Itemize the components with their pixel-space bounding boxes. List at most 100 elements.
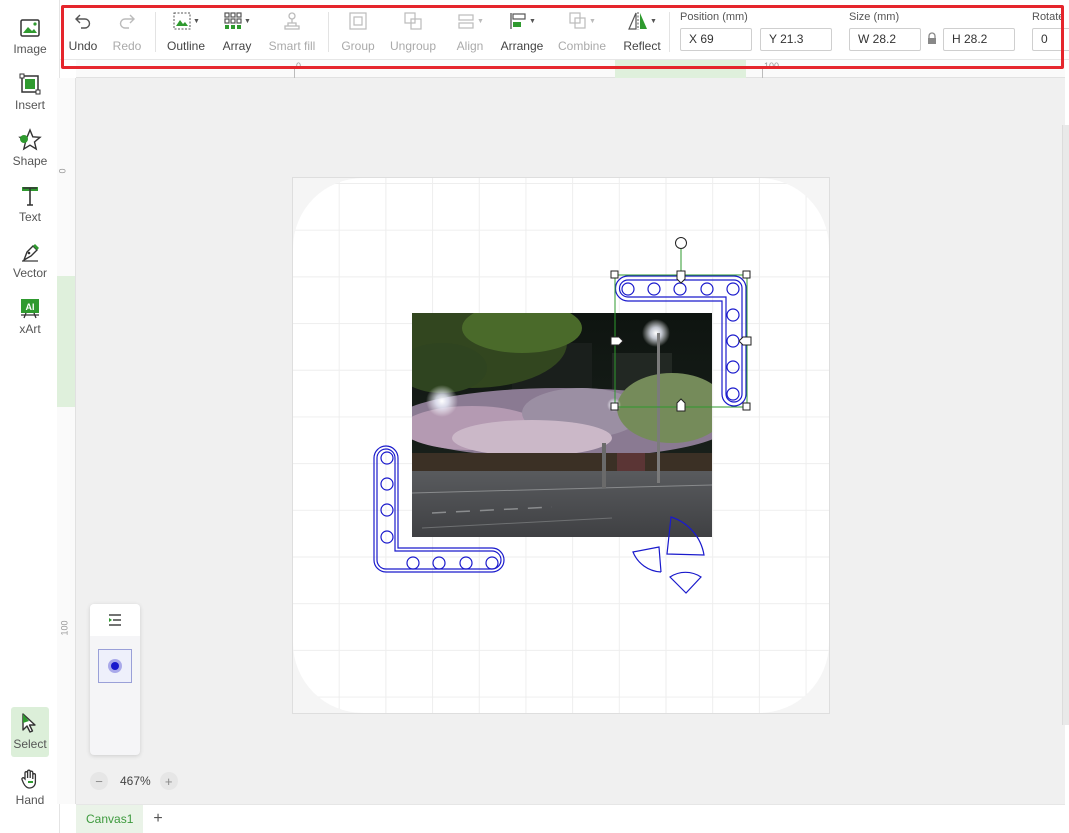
combine-label: Combine (557, 39, 607, 53)
text-tool-label: Text (18, 210, 41, 224)
cursor-icon (22, 713, 36, 733)
combine-caret-icon: ▼ (589, 17, 596, 25)
x-position-input[interactable]: X 69 (680, 28, 752, 51)
xart-tool[interactable]: AI xArt (0, 294, 60, 346)
group-label: Group (341, 39, 375, 53)
shape-tool[interactable]: Shape (0, 126, 60, 178)
xart-tool-label: xArt (19, 322, 41, 336)
reflect-caret-icon: ▼ (650, 17, 657, 25)
rotate-label: Rotate (1032, 11, 1065, 23)
canvas-tab-bar: Canvas1 + (76, 804, 1065, 833)
add-canvas-button[interactable]: + (150, 805, 166, 833)
ruler-top-mark: 100 (764, 61, 780, 71)
align-caret-icon: ▼ (477, 17, 484, 25)
outline-button[interactable]: ▼ Outline (164, 9, 208, 55)
reflect-label: Reflect (623, 39, 661, 53)
redo-label: Redo (112, 39, 142, 53)
left-ruler: 0 100 (57, 78, 76, 804)
group-button[interactable]: Group (340, 9, 376, 55)
toolbar-separator (155, 12, 156, 52)
left-tool-panel: Image Insert Shape Text Vector AI xArt S… (0, 0, 60, 833)
text-tool[interactable]: Text (0, 182, 60, 234)
smart-fill-button[interactable]: Smart fill (267, 9, 317, 55)
smart-fill-icon (284, 12, 300, 30)
ruler-top-mark: 0 (296, 61, 302, 71)
layer-panel-header[interactable] (90, 604, 140, 636)
toolbar-separator (328, 12, 329, 52)
street-photo-image (412, 313, 712, 537)
align-button[interactable]: ▼ Align (453, 9, 487, 55)
undo-label: Undo (68, 39, 98, 53)
select-tool[interactable]: Select (0, 707, 60, 761)
array-label: Array (222, 39, 252, 53)
width-input[interactable]: W 28.2 (849, 28, 921, 51)
zoom-control: − 467% + (90, 770, 178, 792)
tab-canvas1[interactable]: Canvas1 (76, 805, 144, 833)
undo-icon (75, 14, 91, 29)
right-panel-edge (1062, 125, 1069, 725)
array-button[interactable]: ▼ Array (220, 9, 254, 55)
ruler-tick (294, 68, 295, 78)
shape-star-icon (18, 128, 42, 151)
reflect-button[interactable]: ▼ Reflect (622, 9, 662, 55)
aspect-lock-icon[interactable] (926, 32, 938, 46)
array-caret-icon: ▼ (244, 17, 251, 25)
layer-thumbnail[interactable] (98, 649, 132, 683)
arrange-button[interactable]: ▼ Arrange (500, 9, 544, 55)
arrange-icon (510, 13, 526, 29)
combine-button[interactable]: ▼ Combine (558, 9, 606, 55)
group-icon (349, 12, 367, 30)
shape-tool-label: Shape (12, 154, 48, 168)
hand-tool-label: Hand (15, 793, 45, 807)
reflect-icon (628, 12, 648, 30)
ungroup-label: Ungroup (389, 39, 437, 53)
undo-button[interactable]: Undo (68, 9, 98, 55)
arrange-label: Arrange (500, 39, 544, 53)
insert-tool[interactable]: Insert (0, 70, 60, 122)
position-label: Position (mm) (680, 11, 748, 23)
street-photo-object[interactable] (412, 313, 712, 537)
vector-tool[interactable]: Vector (0, 238, 60, 290)
image-tool[interactable]: Image (0, 14, 60, 66)
align-icon (458, 14, 474, 29)
ungroup-button[interactable]: Ungroup (389, 9, 437, 55)
vector-tool-label: Vector (12, 266, 48, 280)
toolbar-separator (669, 12, 670, 52)
outline-icon (173, 12, 191, 30)
hand-tool[interactable]: Hand (0, 765, 60, 817)
arrange-caret-icon: ▼ (529, 17, 536, 25)
redo-button[interactable]: Redo (112, 9, 142, 55)
pen-icon (22, 244, 39, 262)
text-icon (22, 187, 38, 206)
select-tool-label: Select (13, 737, 47, 751)
insert-icon (19, 73, 41, 95)
layer-panel (90, 604, 140, 755)
ai-icon: AI (21, 299, 39, 319)
top-ruler: 0 100 (76, 60, 1065, 78)
layer-dot-icon (108, 659, 122, 673)
combine-icon (569, 12, 586, 29)
smart-fill-label: Smart fill (268, 39, 316, 53)
zoom-in-button[interactable]: + (159, 772, 178, 790)
align-label: Align (456, 39, 484, 53)
outline-label: Outline (166, 39, 206, 53)
redo-icon (119, 14, 135, 29)
ruler-tick (762, 68, 763, 78)
zoom-out-button[interactable]: − (90, 772, 108, 790)
array-icon (224, 12, 242, 29)
top-toolbar: Undo Redo ▼ Outline ▼ Array Smart fill G… (60, 0, 1069, 60)
ruler-left-mark: 0 (57, 168, 68, 174)
hand-icon (21, 769, 37, 789)
y-position-input[interactable]: Y 21.3 (760, 28, 832, 51)
size-label: Size (mm) (849, 11, 900, 23)
outline-caret-icon: ▼ (193, 17, 200, 25)
zoom-level: 467% (120, 774, 151, 788)
ruler-left-mark: 100 (59, 620, 70, 636)
rotate-input[interactable]: 0 (1032, 28, 1069, 51)
svg-text:AI: AI (26, 302, 35, 312)
ruler-selection-highlight (57, 276, 75, 407)
layers-toggle-icon (109, 614, 121, 626)
height-input[interactable]: H 28.2 (943, 28, 1015, 51)
ungroup-icon (404, 12, 422, 30)
ruler-selection-highlight (615, 60, 746, 78)
